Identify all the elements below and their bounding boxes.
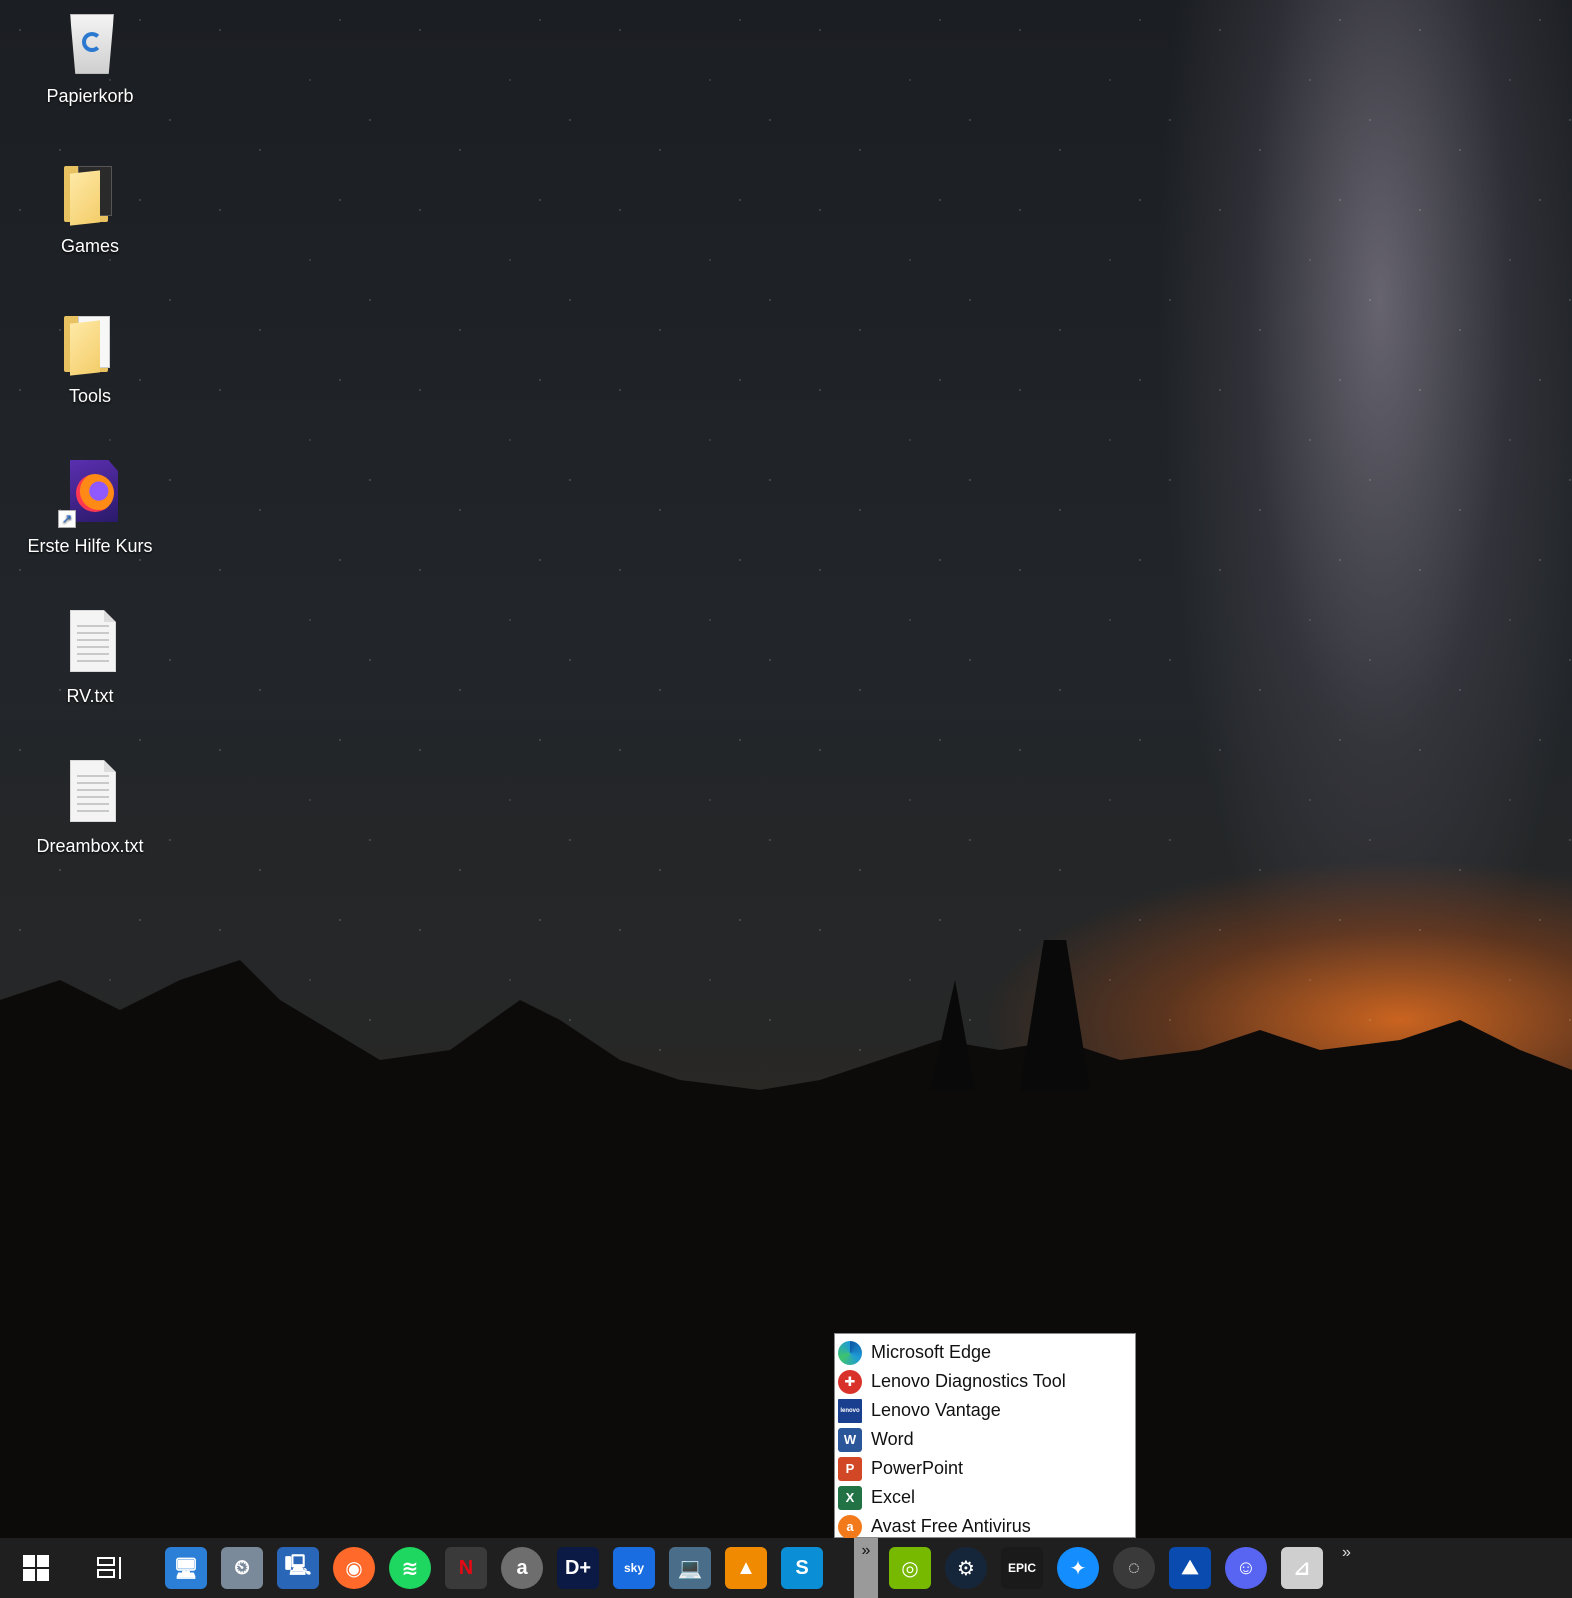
tray-overflow-chevron-icon[interactable]: » xyxy=(1342,1538,1351,1562)
taskbar-app-playstation-remote[interactable]: ⛰ xyxy=(1164,1540,1216,1596)
desktop-icon-rv-txt[interactable]: RV.txt xyxy=(20,608,160,707)
playstation-remote-icon: ⛰ xyxy=(1169,1547,1211,1589)
taskbar-app-discord[interactable]: ☺ xyxy=(1220,1540,1272,1596)
desktop-icon-dreambox-txt[interactable]: Dreambox.txt xyxy=(20,758,160,857)
desktop-icon-label: Erste Hilfe Kurs xyxy=(27,536,153,556)
menu-item-label: Excel xyxy=(871,1487,916,1507)
menu-item-excel[interactable]: X Excel xyxy=(835,1483,1135,1512)
taskbar-app-ubisoft[interactable]: ◌ xyxy=(1108,1540,1160,1596)
excel-icon: X xyxy=(838,1485,862,1510)
desktop-icon-label: Tools xyxy=(68,386,112,406)
task-view-button[interactable] xyxy=(84,1540,136,1596)
taskbar-app-steam[interactable]: ⚙ xyxy=(940,1540,992,1596)
skype-icon: S xyxy=(781,1547,823,1589)
folder-icon xyxy=(58,308,122,378)
taskbar-overflow-button[interactable]: » xyxy=(854,1538,878,1598)
desktop-icon-recycle-bin[interactable]: Papierkorb xyxy=(20,8,160,107)
menu-item-powerpoint[interactable]: P PowerPoint xyxy=(835,1454,1135,1483)
lenovo-vantage-icon: lenovo xyxy=(838,1398,862,1423)
desktop-icon-label: RV.txt xyxy=(66,686,114,706)
menu-item-lenovo-diagnostics-tool[interactable]: ✚ Lenovo Diagnostics Tool xyxy=(835,1367,1135,1396)
steam-icon: ⚙ xyxy=(945,1547,987,1589)
epic-games-icon: EPIC xyxy=(1001,1547,1043,1589)
text-file-icon xyxy=(58,758,122,828)
controller-icon: ⊿ xyxy=(1281,1547,1323,1589)
taskbar-app-network[interactable]: 🖳 xyxy=(272,1540,324,1596)
taskbar-app-laptop[interactable]: 💻 xyxy=(664,1540,716,1596)
taskbar-app-battlenet[interactable]: ✦ xyxy=(1052,1540,1104,1596)
taskbar-app-skype[interactable]: S xyxy=(776,1540,828,1596)
windows-icon xyxy=(23,1555,49,1581)
desktop-icon-tools-folder[interactable]: Tools xyxy=(20,308,160,407)
taskbar-app-amazon[interactable]: a xyxy=(496,1540,548,1596)
menu-item-avast-free-antivirus[interactable]: a Avast Free Antivirus xyxy=(835,1512,1135,1541)
task-view-icon xyxy=(97,1557,121,1579)
taskbar-app-netflix[interactable]: N xyxy=(440,1540,492,1596)
menu-item-label: Microsoft Edge xyxy=(871,1342,992,1362)
avast-icon: a xyxy=(838,1514,862,1539)
network-icon: 🖳 xyxy=(277,1547,319,1589)
taskbar-app-disney-plus[interactable]: D+ xyxy=(552,1540,604,1596)
amazon-icon: a xyxy=(501,1547,543,1589)
menu-item-word[interactable]: W Word xyxy=(835,1425,1135,1454)
wallpaper-mountains xyxy=(0,940,1572,1540)
menu-item-microsoft-edge[interactable]: Microsoft Edge xyxy=(835,1338,1135,1367)
taskbar-app-firefox[interactable]: ◉ xyxy=(328,1540,380,1596)
ubisoft-icon: ◌ xyxy=(1113,1547,1155,1589)
desktop-icon-games-folder[interactable]: Games xyxy=(20,158,160,257)
discord-icon: ☺ xyxy=(1225,1547,1267,1589)
netflix-icon: N xyxy=(445,1547,487,1589)
start-button[interactable] xyxy=(10,1540,62,1596)
desktop-icon-label: Papierkorb xyxy=(46,86,134,106)
word-icon: W xyxy=(838,1427,862,1452)
taskbar-app-this-pc[interactable]: 🖥 xyxy=(160,1540,212,1596)
menu-item-lenovo-vantage[interactable]: lenovo Lenovo Vantage xyxy=(835,1396,1135,1425)
menu-item-label: Lenovo Vantage xyxy=(871,1400,1001,1420)
taskbar-app-spotify[interactable]: ≋ xyxy=(384,1540,436,1596)
recycle-bin-icon xyxy=(58,8,122,78)
disney-plus-icon: D+ xyxy=(557,1547,599,1589)
laptop-icon: 💻 xyxy=(669,1547,711,1589)
taskbar-app-vlc[interactable]: ▲ xyxy=(720,1540,772,1596)
lenovo-diagnostics-icon: ✚ xyxy=(838,1369,862,1394)
taskbar-app-epic-games[interactable]: EPIC xyxy=(996,1540,1048,1596)
menu-item-label: PowerPoint xyxy=(871,1458,964,1478)
taskbar-app-nvidia[interactable]: ◎ xyxy=(884,1540,936,1596)
desktop-icon-erste-hilfe-kurs[interactable]: ↗ Erste Hilfe Kurs xyxy=(20,458,160,557)
taskbar: 🖥 ⏲ 🖳 ◉ ≋ Na D+ sky 💻 ▲ S » ◎ ⚙ EPIC ✦ ◌ ⛰ ☺ ⊿ » xyxy=(0,1538,1572,1598)
taskbar-app-time-machine[interactable]: ⏲ xyxy=(216,1540,268,1596)
taskbar-app-sky[interactable]: sky xyxy=(608,1540,660,1596)
chevron-double-right-icon: » xyxy=(861,1542,871,1559)
battlenet-icon: ✦ xyxy=(1057,1547,1099,1589)
desktop-icon-label: Dreambox.txt xyxy=(36,836,144,856)
sky-icon: sky xyxy=(613,1547,655,1589)
edge-icon xyxy=(838,1340,862,1365)
menu-item-label: Word xyxy=(871,1429,914,1449)
folder-icon xyxy=(58,158,122,228)
text-file-icon xyxy=(58,608,122,678)
spotify-icon: ≋ xyxy=(389,1547,431,1589)
menu-item-label: Lenovo Diagnostics Tool xyxy=(871,1371,1066,1391)
this-pc-icon: 🖥 xyxy=(165,1547,207,1589)
taskbar-overflow-menu: Microsoft Edge ✚ Lenovo Diagnostics Tool… xyxy=(834,1333,1136,1541)
taskbar-app-controller[interactable]: ⊿ xyxy=(1276,1540,1328,1596)
firefox-shortcut-icon: ↗ xyxy=(58,458,122,528)
powerpoint-icon: P xyxy=(838,1456,862,1481)
nvidia-icon: ◎ xyxy=(889,1547,931,1589)
menu-item-label: Avast Free Antivirus xyxy=(871,1516,1031,1536)
vlc-icon: ▲ xyxy=(725,1547,767,1589)
desktop-icon-label: Games xyxy=(60,236,120,256)
firefox-icon: ◉ xyxy=(333,1547,375,1589)
time-machine-icon: ⏲ xyxy=(221,1547,263,1589)
